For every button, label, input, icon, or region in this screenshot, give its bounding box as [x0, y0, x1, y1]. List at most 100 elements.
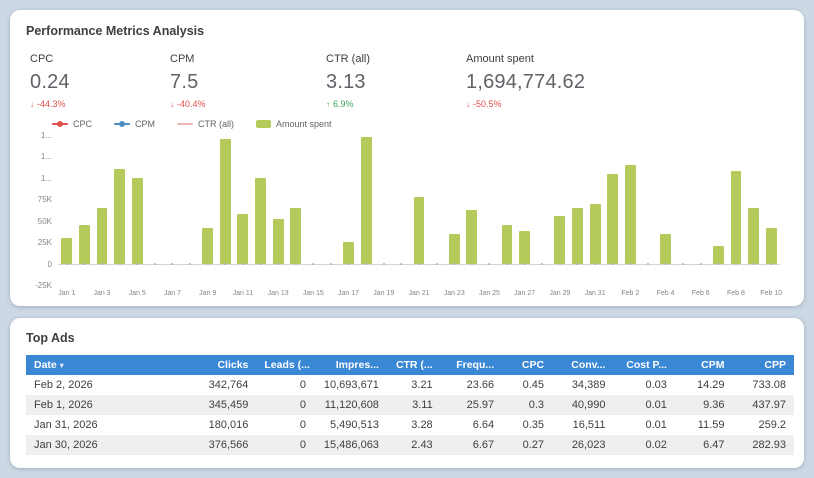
- x-axis-tick-label: Jan 1: [58, 290, 76, 297]
- x-axis-tick-label: Feb 8: [727, 290, 745, 297]
- legend-line-icon: [114, 121, 131, 127]
- kpi-delta: ↓ -50.5%: [466, 99, 585, 109]
- bar-slot: [516, 135, 534, 265]
- amount-spent-bar: [748, 207, 760, 264]
- panel-title: Performance Metrics Analysis: [26, 24, 205, 38]
- cell-value: 2.43: [386, 435, 441, 455]
- series-point-icon: [136, 262, 139, 265]
- cell-value: 23.66: [466, 379, 495, 391]
- bar-slot: [551, 135, 569, 265]
- series-point-icon: [417, 262, 420, 265]
- y-axis-tick-label: 1...: [40, 131, 52, 140]
- bar-slot: [216, 135, 234, 265]
- bar-slot: [586, 135, 604, 265]
- series-point-icon: [470, 262, 473, 265]
- bar-slot: [181, 135, 199, 265]
- amount-spent-bar: [96, 207, 108, 264]
- cell-value: 0: [299, 419, 306, 431]
- bar-slot: [234, 135, 252, 265]
- series-point-icon: [118, 262, 121, 265]
- bar-slot: [287, 135, 305, 265]
- amount-spent-bar: [607, 173, 619, 264]
- series-point-icon: [523, 262, 526, 265]
- cell-value: 26,023: [552, 435, 614, 455]
- amount-spent-bar: [78, 225, 90, 264]
- bar-slot: [657, 135, 675, 265]
- trend-down-icon: ↓: [466, 99, 470, 109]
- table-row[interactable]: Feb 2, 2026 342,764 0 10,693,671 3.21 23.66 0.…: [26, 375, 794, 395]
- column-header-cost-p[interactable]: Cost P...: [613, 355, 675, 375]
- cell-value: 14.29: [696, 379, 725, 391]
- y-axis-tick-label: 1...: [40, 173, 52, 183]
- table-row[interactable]: Jan 31, 2026 180,016 0 5,490,513 3.28 6.64 0.3…: [26, 415, 794, 435]
- panel-title: Top Ads: [26, 331, 75, 345]
- trend-down-icon: ↓: [170, 99, 174, 109]
- x-axis-tick-label: Jan 13: [267, 290, 289, 297]
- series-point-icon: [594, 262, 597, 265]
- column-header-frequ[interactable]: Frequ...: [440, 355, 503, 375]
- column-header-label: Impres...: [335, 359, 379, 371]
- amount-spent-bar: [730, 171, 742, 264]
- column-header-leads[interactable]: Leads (...: [256, 355, 314, 375]
- cell-date: Feb 1, 2026: [26, 395, 188, 415]
- legend-line-icon: [52, 121, 68, 127]
- series-point-icon: [506, 262, 509, 265]
- bar-slot: [164, 135, 182, 265]
- bar-slot: [569, 135, 587, 265]
- series-point-icon: [329, 262, 332, 265]
- x-axis-tick-label: Jan 7: [163, 290, 182, 297]
- series-point-icon: [646, 262, 649, 265]
- column-header-cpc[interactable]: CPC: [502, 355, 553, 375]
- top-ads-panel: Top Ads Date ▾ Clicks Leads (... Impres... CT…: [10, 318, 804, 468]
- x-axis-tick-label: Jan 21: [408, 290, 430, 297]
- bar-slot: [93, 135, 111, 265]
- table-header-row: Date ▾ Clicks Leads (... Impres... CTR (... Fr…: [26, 355, 794, 375]
- amount-spent-bar: [61, 237, 73, 264]
- x-axis-tick-label: Feb 4: [656, 290, 675, 297]
- kpi-delta-value: -50.5%: [473, 99, 502, 109]
- amount-spent-bar: [272, 219, 284, 264]
- cell-value: 16,511: [572, 419, 606, 431]
- bar-slot: [357, 135, 375, 265]
- y-axis-tick-label: 50K: [37, 216, 52, 226]
- kpi-delta-value: -40.4%: [177, 99, 206, 109]
- column-header-ctr[interactable]: CTR (...: [386, 355, 441, 375]
- amount-spent-bar: [554, 216, 566, 264]
- column-header-cpp[interactable]: CPP: [732, 355, 794, 375]
- legend-item-ctr-all[interactable]: CTR (all): [177, 119, 234, 129]
- series-point-icon: [682, 262, 685, 265]
- x-axis-tick-label: Jan 5: [128, 290, 146, 297]
- kpi-row: CPC 0.24 ↓ -44.3% CPM 7.5 ↓ -40.4% CTR (all) 3.13…: [30, 53, 788, 109]
- bar-slot: [375, 135, 393, 265]
- column-header-cpm[interactable]: CPM: [674, 355, 733, 375]
- amount-spent-bar: [501, 225, 513, 264]
- column-header-conv[interactable]: Conv...: [552, 355, 614, 375]
- cell-value: 6.64: [472, 419, 495, 431]
- legend-item-cpm[interactable]: CPM: [114, 119, 155, 129]
- column-header-clicks[interactable]: Clicks: [187, 355, 257, 375]
- top-ads-table: Date ▾ Clicks Leads (... Impres... CTR (... Fr…: [26, 355, 794, 455]
- legend-label: Amount spent: [276, 119, 332, 129]
- legend-item-cpc[interactable]: CPC: [52, 119, 92, 129]
- bar-slot: [76, 135, 94, 265]
- amount-spent-bar: [589, 203, 601, 264]
- y-axis-tick-label: 0: [47, 259, 52, 269]
- amount-spent-bar: [114, 169, 126, 264]
- cell-value: 376,566: [187, 435, 257, 455]
- bar-slot: [674, 135, 692, 265]
- column-header-date[interactable]: Date ▾: [26, 355, 188, 375]
- column-header-impres[interactable]: Impres...: [313, 355, 387, 375]
- cell-value: 5,490,513: [330, 419, 379, 431]
- table-row[interactable]: Feb 1, 2026 345,459 0 11,120,608 3.11 25.97 0.…: [26, 395, 794, 415]
- cell-value: 6.47: [674, 435, 733, 455]
- column-header-label: Leads (...: [264, 359, 310, 371]
- bar-slot: [604, 135, 622, 265]
- amount-spent-bar: [712, 246, 724, 264]
- chart-legend: CPC CPM CTR (all) Amount spent: [52, 119, 788, 129]
- cell-value: 0.01: [645, 419, 667, 431]
- cell-value: 3.11: [386, 395, 441, 415]
- table-row[interactable]: Jan 30, 2026 376,566 0 15,486,063 2.43 6.67 0.…: [26, 435, 794, 455]
- cell-value: 437.97: [732, 395, 794, 415]
- legend-item-amount-spent[interactable]: Amount spent: [256, 119, 332, 129]
- column-header-label: Frequ...: [456, 359, 495, 371]
